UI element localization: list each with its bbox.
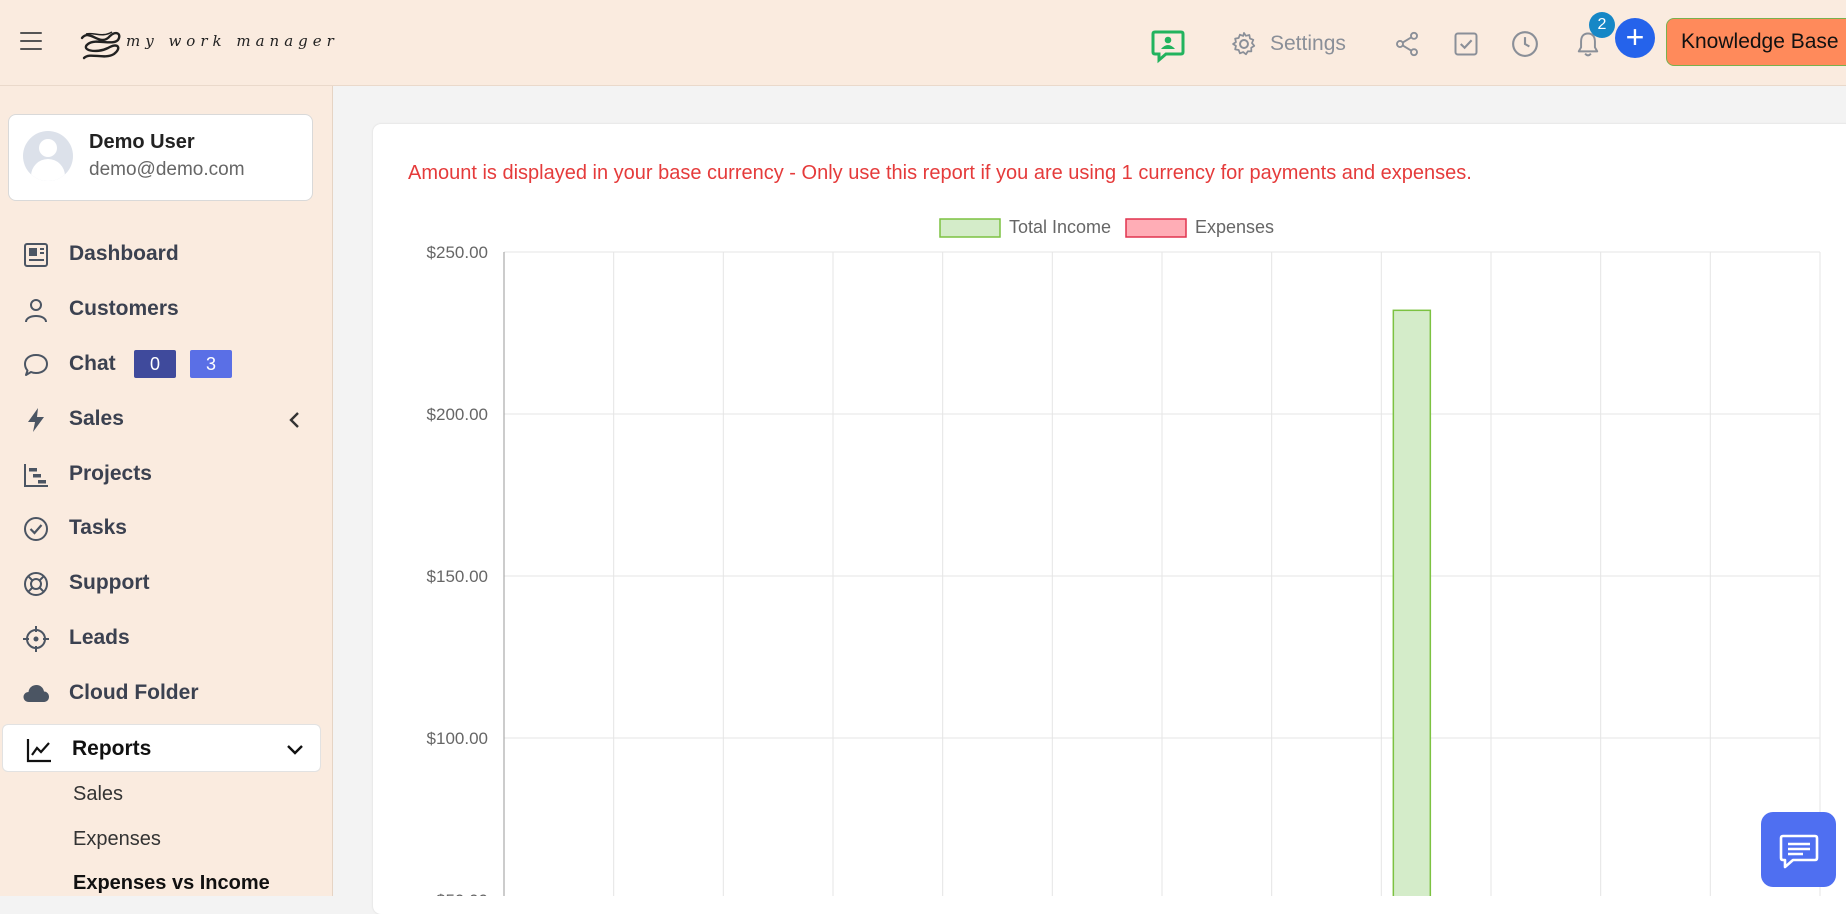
user-email: demo@demo.com (89, 159, 245, 180)
reports-subitem-sales[interactable]: Sales (73, 783, 123, 806)
chevron-down-icon[interactable] (285, 741, 305, 759)
sidebar-item-label: Dashboard (69, 242, 179, 265)
legend-swatch-income[interactable] (939, 218, 1001, 238)
chat-unread-badge: 0 (134, 350, 176, 378)
bolt-icon (28, 408, 44, 432)
sidebar-item-label: Customers (69, 297, 179, 320)
crosshair-icon (23, 626, 49, 652)
add-new-button[interactable]: + (1615, 18, 1655, 58)
notification-count-badge: 2 (1589, 12, 1615, 38)
knowledge-base-button[interactable]: Knowledge Base (1666, 18, 1846, 66)
y-tick-label: $150.00 (427, 567, 488, 586)
sidebar-item-leads[interactable]: Leads (0, 614, 322, 662)
logo-text: my work manager (126, 32, 339, 50)
sidebar-item-label: Projects (69, 462, 152, 485)
sidebar-item-customers[interactable]: Customers (0, 285, 322, 333)
y-tick-label: $200.00 (427, 405, 488, 424)
sidebar-item-projects[interactable]: Projects (0, 450, 322, 498)
settings-label[interactable]: Settings (1270, 32, 1346, 56)
income-bar[interactable] (1392, 309, 1432, 896)
expenses-vs-income-chart: Total Income Expenses $250.00 $200.00 $150… (427, 217, 1821, 896)
user-card[interactable]: Demo User demo@demo.com (8, 114, 313, 201)
sidebar-item-label: Support (69, 571, 150, 594)
line-chart-icon (26, 739, 51, 763)
currency-warning: Amount is displayed in your base currenc… (408, 162, 1472, 184)
dashboard-icon (24, 243, 48, 267)
sidebar-item-label: Leads (69, 626, 130, 649)
chat-support-icon[interactable] (1150, 28, 1186, 64)
checkbox-icon[interactable] (1452, 30, 1480, 58)
sidebar-item-label: Cloud Folder (69, 681, 199, 704)
chat-bubble-icon (24, 354, 48, 376)
user-icon (25, 299, 47, 323)
floating-chat-button[interactable] (1761, 812, 1836, 887)
sidebar-item-cloud-folder[interactable]: Cloud Folder (0, 669, 322, 717)
legend-swatch-expenses[interactable] (1125, 218, 1187, 238)
top-bar: my work manager Settings 2 + Knowledge B… (0, 0, 1846, 86)
gear-icon[interactable] (1230, 30, 1258, 58)
chat-total-badge: 3 (190, 350, 232, 378)
chevron-left-icon[interactable] (286, 410, 304, 430)
sidebar-item-label: Sales (69, 407, 124, 430)
gantt-icon (24, 464, 48, 487)
sidebar-item-chat[interactable]: Chat 0 3 (0, 340, 322, 388)
user-name: Demo User (89, 131, 195, 153)
check-circle-icon (24, 517, 48, 541)
sidebar-item-dashboard[interactable]: Dashboard (0, 230, 322, 278)
sidebar: Demo User demo@demo.com Dashboard Custom… (0, 86, 333, 896)
sidebar-item-label: Chat (69, 352, 116, 375)
logo[interactable]: my work manager (76, 24, 334, 68)
logo-mark-icon (80, 31, 121, 60)
legend-label-income[interactable]: Total Income (1009, 217, 1111, 237)
message-icon (1779, 834, 1819, 869)
hamburger-icon[interactable] (20, 32, 42, 50)
sidebar-item-reports[interactable]: Reports (2, 724, 321, 772)
y-tick-label: $100.00 (427, 729, 488, 748)
cloud-icon (23, 685, 49, 702)
y-tick-label: $50.00 (436, 891, 488, 896)
sidebar-item-tasks[interactable]: Tasks (0, 504, 322, 552)
reports-subitem-expenses[interactable]: Expenses (73, 828, 161, 851)
legend-label-expenses[interactable]: Expenses (1195, 217, 1274, 237)
y-tick-label: $250.00 (427, 243, 488, 262)
sidebar-item-support[interactable]: Support (0, 559, 322, 607)
sidebar-item-sales[interactable]: Sales (0, 395, 322, 443)
share-icon[interactable] (1393, 30, 1421, 58)
sidebar-item-label: Tasks (69, 516, 127, 539)
reports-subitem-expenses-vs-income[interactable]: Expenses vs Income (73, 872, 270, 895)
avatar (23, 131, 73, 181)
lifebuoy-icon (24, 572, 48, 596)
clock-icon[interactable] (1510, 29, 1540, 59)
sidebar-item-label: Reports (72, 737, 152, 760)
